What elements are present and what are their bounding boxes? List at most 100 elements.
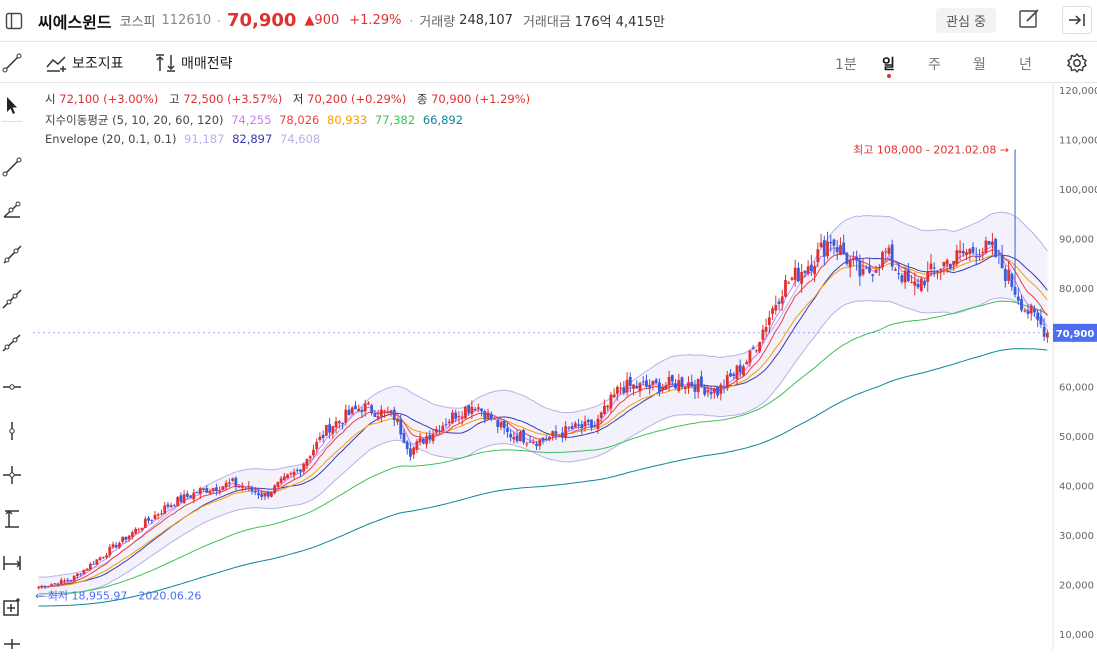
add-shape-icon[interactable]: [1, 596, 23, 618]
candle-body: [548, 436, 551, 440]
candle-body: [1013, 286, 1017, 295]
candle-body: [936, 270, 939, 272]
ema-legend[interactable]: 지수이동평균 (5, 10, 20, 60, 120) 74,255 78,02…: [45, 112, 463, 128]
candle-body: [434, 428, 438, 433]
interval-1min[interactable]: 1분: [835, 54, 857, 74]
candle-body: [118, 542, 121, 548]
candle-body: [289, 473, 293, 475]
candle-body: [415, 441, 419, 450]
envelope-lower-value: 74,608: [279, 132, 321, 146]
candle-body: [147, 517, 150, 521]
candle-body: [156, 514, 160, 516]
candle-body: [331, 426, 335, 434]
more-tools-icon[interactable]: [1, 634, 23, 656]
exit-fullscreen-icon[interactable]: [1062, 6, 1092, 34]
crosshair-line-icon[interactable]: [1, 464, 23, 486]
trend-line-icon[interactable]: [1, 156, 23, 178]
candle-body: [887, 247, 891, 254]
stock-code: 112610: [161, 13, 212, 28]
candle-body: [965, 252, 968, 255]
candle-body: [367, 403, 370, 405]
candle-body: [638, 383, 642, 392]
candle-body: [1003, 268, 1007, 281]
candle-body: [59, 579, 63, 584]
watchlist-button[interactable]: 관심 중: [936, 8, 997, 33]
parallel-line-icon[interactable]: [1, 332, 23, 354]
strategy-button[interactable]: 매매전략: [155, 53, 233, 73]
sidebar-toggle-icon[interactable]: [2, 9, 26, 33]
ray-line-icon[interactable]: [1, 244, 23, 266]
interval-month[interactable]: 월: [973, 54, 986, 74]
extended-line-icon[interactable]: [1, 288, 23, 310]
candle-body: [247, 486, 251, 488]
candle-body: [324, 424, 328, 436]
candle-body: [425, 436, 429, 445]
candle-body: [160, 513, 163, 515]
ema5-value: 74,255: [231, 113, 272, 127]
strategy-label: 매매전략: [181, 56, 233, 72]
candle-body: [134, 528, 138, 534]
candle-body: [751, 347, 755, 349]
candle-body: [409, 448, 412, 457]
candle-body: [987, 241, 991, 245]
market-name: 코스피: [119, 15, 156, 30]
horizontal-line-icon[interactable]: [1, 376, 23, 398]
candle-body: [874, 269, 878, 273]
candle-body: [250, 487, 254, 492]
price-chart[interactable]: 10,00020,00030,00040,00050,00060,00070,0…: [33, 84, 1097, 650]
candle-body: [412, 447, 416, 455]
candle-body: [968, 248, 972, 254]
interval-year[interactable]: 년: [1019, 54, 1032, 74]
candle-body: [868, 266, 871, 273]
candle-body: [454, 412, 458, 419]
candle-body: [622, 387, 626, 394]
candle-body: [101, 556, 105, 558]
candle-body: [130, 532, 134, 537]
indicators-button[interactable]: 보조지표: [46, 53, 124, 73]
current-price: 70,900: [226, 10, 297, 31]
candle-body: [253, 490, 257, 493]
candle-body: [360, 409, 364, 412]
candle-body: [315, 441, 319, 450]
candle-body: [777, 301, 781, 304]
candle-body: [438, 430, 441, 432]
cursor-icon[interactable]: [1, 94, 23, 116]
candle-body: [732, 373, 736, 376]
high-annotation: 최고 108,000 - 2021.02.08 →: [853, 143, 1009, 156]
candle-body: [628, 376, 632, 386]
candle-body: [344, 409, 348, 423]
y-tick-label: 100,000: [1059, 185, 1097, 196]
date-range-icon[interactable]: [1, 552, 23, 574]
candle-body: [819, 242, 823, 248]
candle-body: [615, 386, 619, 394]
candle-body: [745, 361, 749, 365]
drawing-tool-icon[interactable]: [2, 53, 22, 73]
candle-body: [37, 587, 41, 589]
candle-body: [871, 274, 875, 276]
candle-body: [373, 413, 377, 417]
ema120-line: [38, 348, 1048, 607]
vertical-line-icon[interactable]: [1, 420, 23, 442]
edit-icon[interactable]: [1018, 8, 1042, 32]
candle-body: [383, 410, 386, 412]
interval-day[interactable]: 일: [882, 54, 895, 74]
candle-body: [832, 239, 836, 246]
candle-body: [784, 280, 787, 297]
y-tick-label: 50,000: [1059, 432, 1094, 443]
candle-body: [590, 419, 593, 428]
candle-body: [143, 518, 147, 528]
settings-gear-icon[interactable]: [1066, 52, 1088, 74]
candle-body: [234, 477, 238, 487]
candle-body: [166, 504, 170, 507]
candlestick-chart-svg[interactable]: 10,00020,00030,00040,00050,00060,00070,0…: [33, 84, 1097, 650]
interval-week[interactable]: 주: [928, 54, 941, 74]
candle-body: [392, 409, 396, 421]
candle-body: [525, 443, 529, 445]
candle-body: [719, 384, 723, 394]
envelope-upper-value: 91,187: [184, 132, 225, 146]
candle-body: [227, 482, 231, 484]
price-range-icon[interactable]: [1, 508, 23, 530]
envelope-legend[interactable]: Envelope (20, 0.1, 0.1) 91,187 82,897 74…: [45, 132, 320, 146]
candle-body: [945, 260, 949, 265]
angle-line-icon[interactable]: [1, 200, 23, 222]
